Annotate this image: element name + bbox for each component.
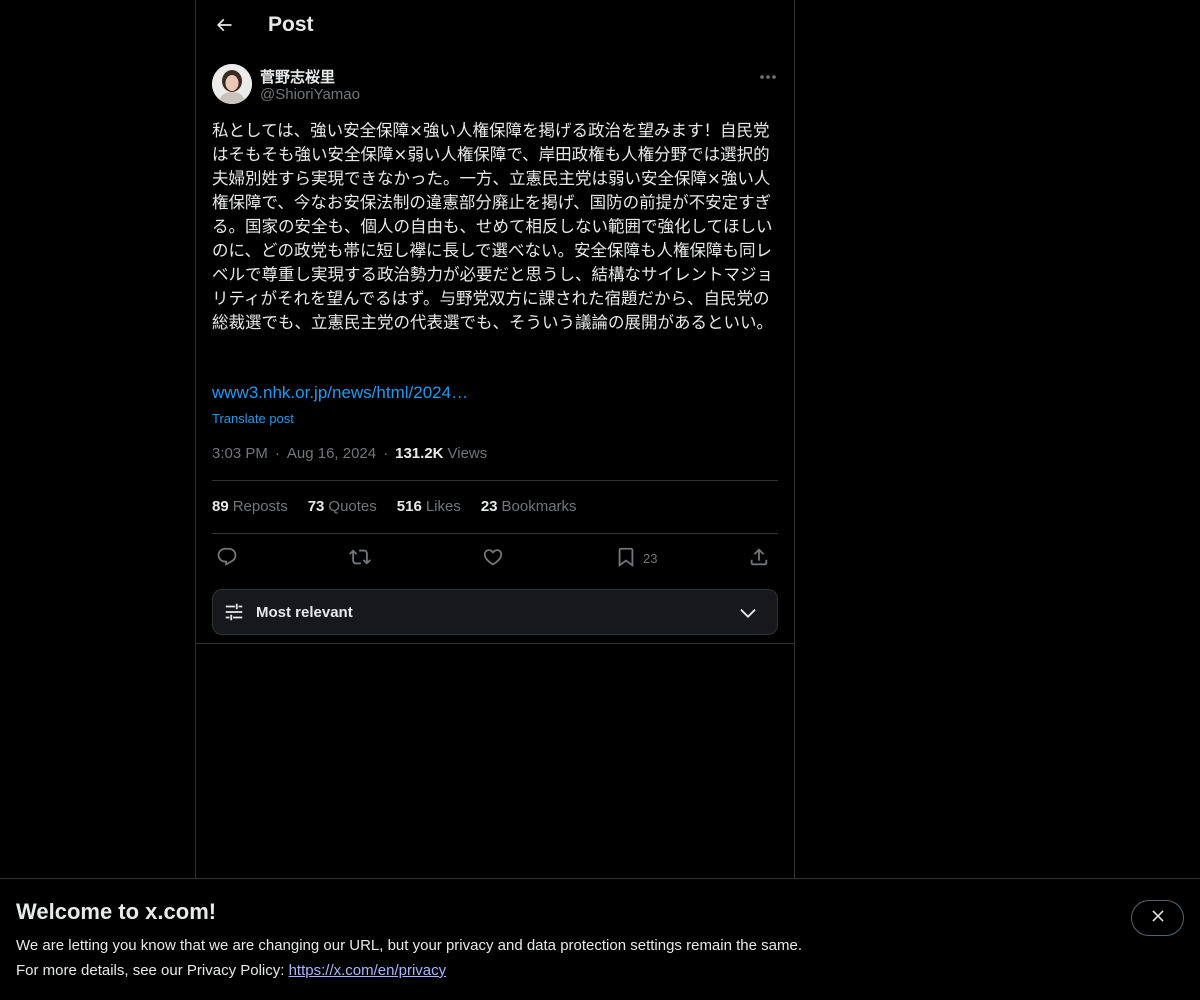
reposts-stat[interactable]: 89 Reposts bbox=[212, 498, 288, 515]
post-text: 私としては、強い安全保障×強い人権保障を掲げる政治を望みます！自民党はそもそも強… bbox=[212, 121, 773, 332]
heart-icon bbox=[482, 546, 504, 571]
reply-button[interactable] bbox=[216, 544, 238, 572]
post-header: Post bbox=[196, 0, 794, 54]
divider bbox=[212, 533, 778, 534]
post-date[interactable]: Aug 16, 2024 bbox=[287, 445, 376, 462]
banner-privacy-prefix: For more details, see our Privacy Policy… bbox=[16, 962, 289, 979]
like-button[interactable] bbox=[482, 544, 504, 572]
reply-sort-dropdown[interactable]: Most relevant bbox=[212, 589, 778, 635]
views-label: Views bbox=[447, 445, 488, 462]
close-icon bbox=[1149, 907, 1167, 930]
post-meta: 3:03 PM · Aug 16, 2024 · 131.2K Views bbox=[212, 445, 487, 462]
privacy-policy-link[interactable]: https://x.com/en/privacy bbox=[289, 962, 447, 979]
quotes-stat[interactable]: 73 Quotes bbox=[308, 498, 377, 515]
avatar[interactable] bbox=[212, 64, 252, 104]
likes-stat[interactable]: 516 Likes bbox=[397, 498, 461, 515]
repost-icon bbox=[349, 546, 371, 571]
arrow-left-icon bbox=[214, 15, 234, 40]
reply-icon bbox=[216, 546, 238, 571]
welcome-banner: Welcome to x.com! We are letting you kno… bbox=[0, 878, 1200, 1000]
page-title: Post bbox=[268, 13, 314, 36]
bookmarks-stat[interactable]: 23 Bookmarks bbox=[481, 498, 577, 515]
meta-separator: · bbox=[383, 445, 389, 462]
repost-button[interactable] bbox=[349, 544, 371, 572]
sort-label: Most relevant bbox=[256, 604, 353, 621]
post-link[interactable]: www3.nhk.or.jp/news/html/2024… bbox=[212, 383, 468, 403]
replies-area bbox=[195, 644, 795, 880]
share-icon bbox=[748, 546, 770, 571]
translate-post-link[interactable]: Translate post bbox=[212, 411, 294, 426]
more-dots-icon bbox=[760, 66, 776, 84]
action-bar: 23 bbox=[212, 544, 778, 572]
more-options-button[interactable] bbox=[756, 64, 780, 86]
banner-title: Welcome to x.com! bbox=[16, 899, 217, 924]
banner-message: We are letting you know that we are chan… bbox=[16, 937, 802, 954]
divider bbox=[212, 480, 778, 481]
bookmark-count: 23 bbox=[643, 550, 658, 566]
banner-privacy-line: For more details, see our Privacy Policy… bbox=[16, 962, 446, 979]
post-time[interactable]: 3:03 PM bbox=[212, 445, 268, 462]
chevron-down-icon bbox=[737, 602, 759, 629]
author-handle[interactable]: @ShioriYamao bbox=[260, 86, 360, 103]
author-name[interactable]: 菅野志桜里 bbox=[260, 66, 335, 87]
bookmark-icon bbox=[615, 546, 637, 571]
sliders-icon bbox=[223, 601, 245, 628]
share-button[interactable] bbox=[748, 544, 770, 572]
back-button[interactable] bbox=[208, 11, 240, 43]
bookmark-button[interactable]: 23 bbox=[615, 544, 657, 572]
views-count: 131.2K bbox=[395, 445, 444, 462]
close-banner-button[interactable] bbox=[1131, 900, 1184, 936]
meta-separator: · bbox=[274, 445, 280, 462]
post-stats: 89 Reposts 73 Quotes 516 Likes 23 Bookmarks bbox=[212, 498, 577, 515]
post-column: Post 菅野志桜里 @ShioriYamao 私としては、強い安全保障×強い人… bbox=[195, 0, 795, 644]
